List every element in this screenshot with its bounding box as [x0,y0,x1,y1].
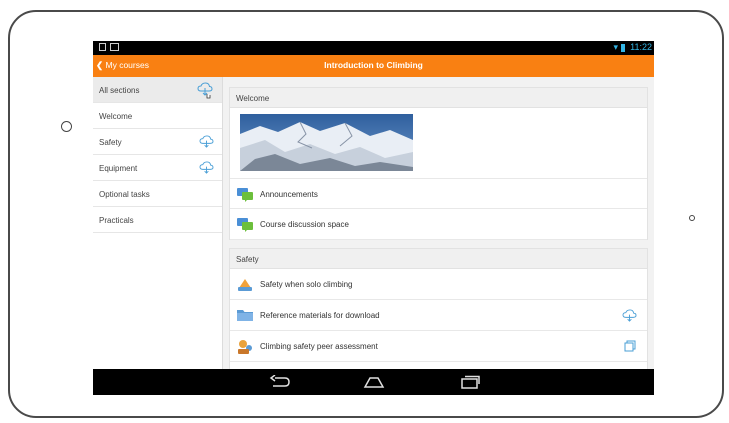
open-icon[interactable] [624,340,636,352]
cloud-download-icon[interactable] [199,161,214,174]
cloud-download-icon[interactable] [197,82,213,100]
back-nav-icon[interactable] [269,375,291,389]
notification-icon [99,43,106,51]
sidebar-item-practicals[interactable]: Practicals [93,207,222,233]
course-content: All sections Welcome Safety Equipment Op… [93,77,654,369]
sections-sidebar: All sections Welcome Safety Equipment Op… [93,77,223,369]
lesson-icon [238,279,252,291]
app-bar: ❮ My courses Introduction to Climbing [93,55,654,77]
sidebar-item-all-sections[interactable]: All sections [93,77,222,103]
section-card-welcome: Welcome Announcements Course discussion … [229,87,648,240]
sidebar-item-welcome[interactable]: Welcome [93,103,222,129]
navigation-bar [93,369,654,395]
cloud-download-icon[interactable] [199,135,214,148]
module-row-peer-assessment[interactable]: Climbing safety peer assessment [230,331,647,362]
sidebar-item-label: Welcome [99,112,133,121]
home-nav-icon[interactable] [363,375,385,389]
device-screen: ▾ 11:22 ❮ My courses Introduction to Cli… [93,41,654,395]
sidebar-item-label: Optional tasks [99,190,150,199]
sidebar-item-label: Safety [99,138,122,147]
sidebar-item-label: All sections [99,86,140,95]
page-title: Introduction to Climbing [324,60,423,70]
section-title: Safety [230,249,647,269]
forum-icon [237,188,253,202]
module-label: Climbing safety peer assessment [260,342,378,351]
sidebar-item-optional-tasks[interactable]: Optional tasks [93,181,222,207]
module-label: Course discussion space [260,220,349,229]
sections-list: Welcome Announcements Course discussion … [223,77,654,369]
sidebar-item-equipment[interactable]: Equipment [93,155,222,181]
recents-nav-icon[interactable] [459,375,481,389]
sidebar-item-label: Practicals [99,216,134,225]
forum-icon [237,218,253,232]
battery-icon [621,44,625,52]
module-row-course-discussion-space[interactable]: Course discussion space [230,209,647,240]
mountain-banner-image [240,114,413,171]
sidebar-item-safety[interactable]: Safety [93,129,222,155]
module-row-reference-materials[interactable]: Reference materials for download [230,300,647,331]
module-row-announcements[interactable]: Announcements [230,178,647,209]
section-card-safety: Safety Safety when solo climbing Referen… [229,248,648,369]
module-label: Safety when solo climbing [260,280,353,289]
sidebar-item-label: Equipment [99,164,138,173]
module-row-safety-when-solo-climbing[interactable]: Safety when solo climbing [230,269,647,300]
wifi-icon: ▾ [613,42,618,52]
workshop-icon [238,340,252,354]
section-title: Welcome [230,88,647,108]
screenshot-icon [110,43,119,51]
sensor-icon [689,215,695,221]
status-bar: ▾ 11:22 [93,41,654,55]
status-time: 11:22 [630,42,652,52]
module-label: Announcements [260,190,318,199]
folder-icon [237,310,253,321]
cloud-download-icon[interactable] [622,309,637,322]
camera-icon [61,121,72,132]
module-label: Reference materials for download [260,311,380,320]
